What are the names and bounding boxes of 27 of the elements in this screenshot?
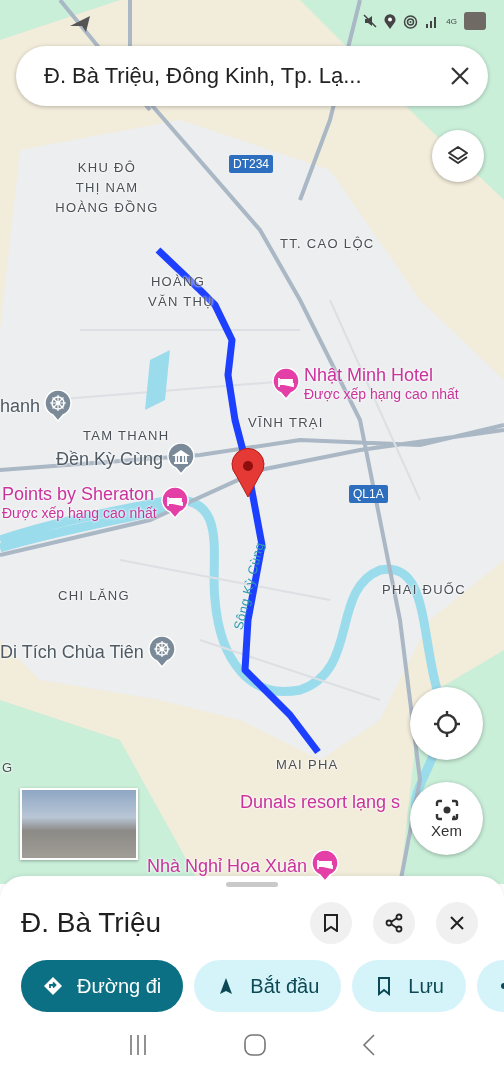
directions-chip[interactable]: Đường đi [21, 960, 184, 1012]
area-label: PHAI ĐUỐC [382, 581, 466, 599]
hotel-label: Nhật Minh Hotel [304, 365, 435, 385]
road-number-label: DT234 [229, 155, 274, 173]
area-label: KHU ĐÔ THỊ NAM HOÀNG ĐỒNG [54, 159, 160, 217]
road-number-label: QL1A [349, 485, 388, 503]
start-chip[interactable]: Bắt đầu [194, 960, 342, 1012]
place-label: Di Tích Chùa Tiên [0, 641, 144, 663]
hotel-rating-text: Được xếp hạng cao nhất [304, 385, 459, 403]
area-label: CHI LĂNG [58, 587, 130, 605]
area-label: TAM THANH [83, 427, 170, 445]
save-chip[interactable]: Lưu [352, 960, 466, 1012]
search-input[interactable]: Đ. Bà Triệu, Đông Kinh, Tp. Lạ... [42, 62, 450, 90]
place-label: Đền Kỳ Cùng [56, 448, 164, 470]
hotel-label: Points by Sheraton [2, 484, 156, 504]
hotel-rating-text: Được xếp hạng cao nhất [2, 504, 157, 522]
river-label: Sông Kỳ Cùng [230, 540, 267, 632]
area-label: G [2, 759, 14, 777]
area-label: TT. CAO LỘC [280, 235, 375, 253]
place-title: Đ. Bà Triệu [21, 907, 163, 939]
network-type-text: 4G [446, 16, 457, 26]
area-label: VĨNH TRẠI [248, 414, 324, 432]
search-field[interactable]: Đ. Bà Triệu, Đông Kinh, Tp. Lạ... [16, 46, 488, 106]
place-label: hanh [0, 395, 41, 417]
hotel-label: Nhà Nghỉ Hoa Xuân [147, 856, 308, 876]
area-label: MAI PHA [276, 756, 339, 774]
hotel-label: Dunals resort lạng s [240, 792, 401, 812]
